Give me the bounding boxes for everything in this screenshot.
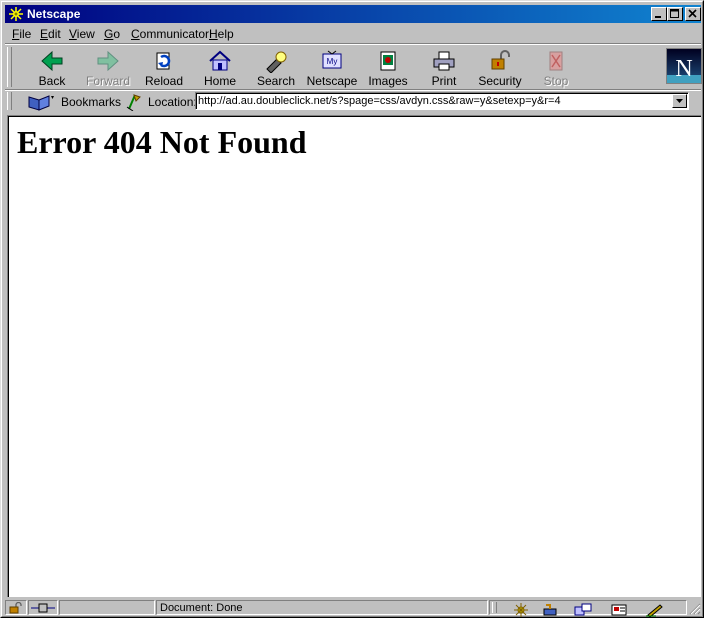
reload-icon <box>156 52 171 70</box>
progress-panel <box>59 600 155 615</box>
connection-status-panel[interactable] <box>28 600 58 615</box>
netscape-app-icon <box>9 7 23 21</box>
menu-view[interactable]: View <box>69 27 95 41</box>
svg-text:N: N <box>675 56 692 82</box>
stop-button[interactable]: Stop <box>529 47 583 89</box>
menu-bar: File Edit View Go Communicator Help <box>5 25 701 43</box>
discussion-groups-icon[interactable] <box>574 603 592 617</box>
forward-button[interactable]: Forward <box>81 47 135 89</box>
menu-help[interactable]: Help <box>209 27 234 41</box>
home-button[interactable]: Home <box>193 47 247 89</box>
location-toolbar: Bookmarks Location: <box>5 91 701 113</box>
url-input[interactable] <box>198 94 668 108</box>
component-bar <box>489 600 687 617</box>
status-text: Document: Done <box>160 602 243 614</box>
images-button[interactable]: Images <box>361 47 415 89</box>
my-netscape-icon: My <box>322 50 342 69</box>
url-dropdown-button[interactable] <box>672 94 687 108</box>
security-button[interactable]: Security <box>473 47 527 89</box>
netscape-logo-throbber[interactable]: N <box>666 48 702 84</box>
reload-button[interactable]: Reload <box>137 47 191 89</box>
maximize-button[interactable] <box>667 7 683 21</box>
component-grip[interactable] <box>492 602 497 613</box>
window-frame: Netscape File Edit View Go Communicator … <box>1 1 703 617</box>
page-proxy-icon[interactable] <box>126 93 142 111</box>
stop-icon <box>549 51 563 71</box>
menu-go[interactable]: Go <box>104 27 120 41</box>
location-field[interactable] <box>195 92 689 110</box>
plug-icon <box>31 603 55 613</box>
maximize-icon <box>670 9 679 18</box>
padlock-open-icon <box>491 50 510 70</box>
svg-text:My: My <box>327 57 338 66</box>
security-status-panel[interactable] <box>5 600 27 615</box>
status-bar: Document: Done <box>5 599 701 617</box>
search-flashlight-icon <box>266 51 287 73</box>
navigation-toolbar: Back Forward Reload Home Search My Netsc… <box>5 45 702 90</box>
bookmarks-button[interactable]: Bookmarks <box>61 95 121 109</box>
home-icon <box>209 50 231 71</box>
composer-icon[interactable] <box>610 603 628 617</box>
search-button[interactable]: Search <box>249 47 303 89</box>
pen-write-icon[interactable] <box>646 603 664 617</box>
close-icon <box>688 9 697 18</box>
browser-window: Netscape File Edit View Go Communicator … <box>0 0 704 618</box>
forward-arrow-icon <box>97 50 119 72</box>
mailbox-icon[interactable] <box>542 603 560 617</box>
printer-icon <box>433 51 455 71</box>
menu-communicator[interactable]: Communicator <box>131 27 209 41</box>
location-grip[interactable] <box>7 92 12 110</box>
print-button[interactable]: Print <box>417 47 471 89</box>
back-button[interactable]: Back <box>25 47 79 89</box>
title-bar[interactable]: Netscape <box>5 5 701 23</box>
window-title: Netscape <box>27 7 81 21</box>
my-netscape-button[interactable]: My Netscape <box>305 47 359 89</box>
toolbar-grip[interactable] <box>7 47 12 87</box>
minimize-icon <box>655 16 661 18</box>
navigator-icon[interactable] <box>512 603 530 617</box>
minimize-button[interactable] <box>651 7 667 21</box>
status-text-panel: Document: Done <box>156 600 488 615</box>
back-arrow-icon <box>41 50 63 72</box>
netscape-n-logo-icon: N <box>667 49 701 83</box>
menu-edit[interactable]: Edit <box>40 27 61 41</box>
resize-grip-icon[interactable] <box>689 603 701 615</box>
chevron-down-icon <box>676 99 683 103</box>
location-label: Location: <box>148 95 197 109</box>
padlock-status-icon <box>9 602 22 614</box>
menu-file[interactable]: File <box>12 27 31 41</box>
close-button[interactable] <box>685 7 701 21</box>
images-icon <box>380 51 396 71</box>
page-content[interactable]: Error 404 Not Found <box>7 115 701 597</box>
bookmarks-icon[interactable] <box>27 93 55 111</box>
page-heading: Error 404 Not Found <box>17 124 307 160</box>
